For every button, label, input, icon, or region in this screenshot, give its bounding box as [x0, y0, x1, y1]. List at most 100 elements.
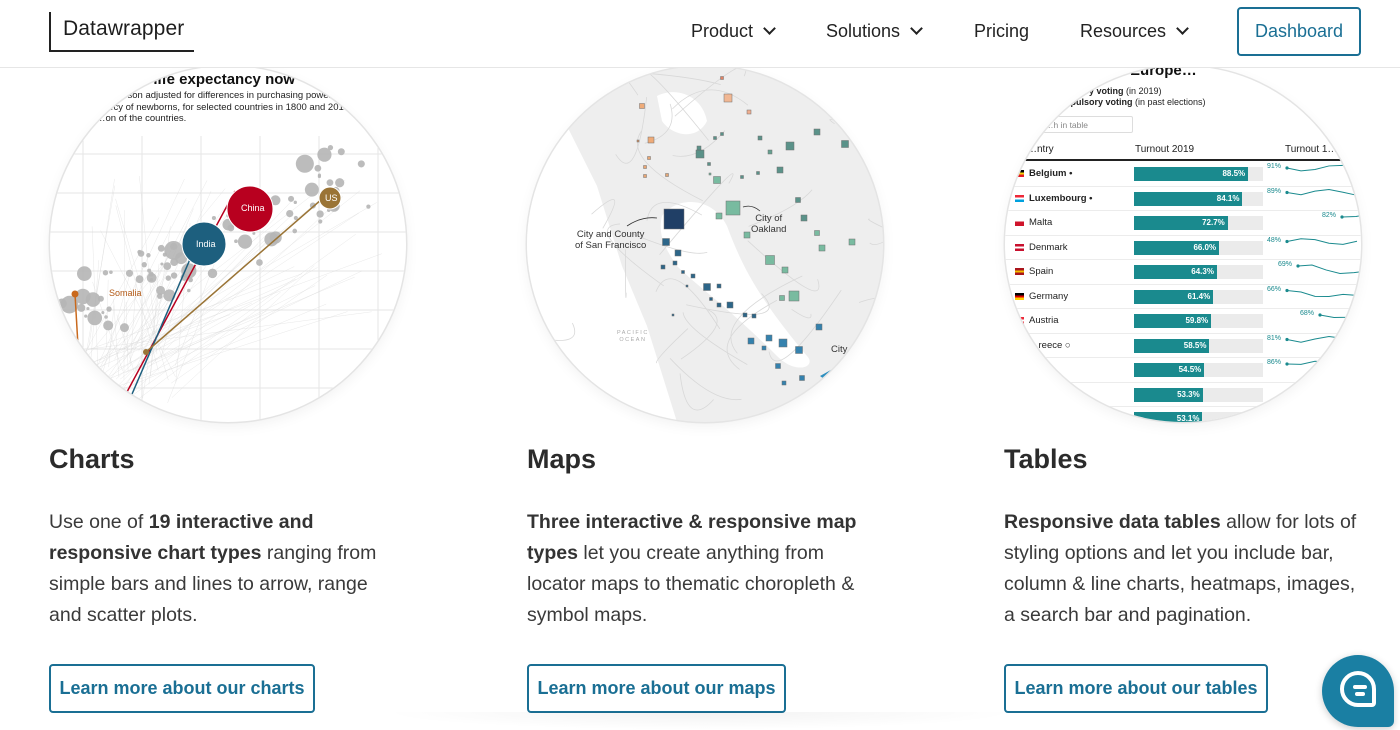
- symbol-square: [795, 197, 801, 203]
- charts-description: Use one of 19 interactive and responsive…: [49, 507, 394, 631]
- nav-solutions[interactable]: Solutions: [826, 0, 923, 62]
- charts-preview-image: …er life expectancy now …son adjusted fo…: [50, 66, 406, 422]
- table-row: Luxembourg • 84.1%: [1005, 187, 1361, 211]
- turnout-value: 72.7%: [1202, 218, 1225, 227]
- turnout-bar: 53.3%: [1134, 387, 1203, 402]
- nav-pricing[interactable]: Pricing: [974, 0, 1029, 62]
- city-label: City: [831, 344, 848, 355]
- column-header-turnout-past: Turnout 1…: [1285, 144, 1338, 155]
- connector-line: [113, 299, 119, 377]
- symbol-square: [747, 337, 755, 345]
- country-bubble: [125, 269, 134, 277]
- learn-charts-button[interactable]: Learn more about our charts: [49, 664, 315, 713]
- road-line: [615, 66, 639, 96]
- country-bubble: [106, 306, 112, 312]
- sf-arrow: [626, 217, 658, 227]
- tables-description: Responsive data tables allow for lots of…: [1004, 507, 1364, 631]
- country-bubble: [141, 261, 147, 268]
- symbol-square: [662, 238, 670, 246]
- country-bubble: [146, 253, 151, 258]
- nav-resources[interactable]: Resources: [1080, 0, 1189, 62]
- country-bubble: [211, 215, 216, 221]
- sparkline-start-label: 81%: [1267, 334, 1282, 342]
- country-flag-icon: [1015, 219, 1024, 226]
- country-bubble: [295, 154, 314, 173]
- chat-widget-button[interactable]: [1322, 655, 1394, 727]
- country-bubble: [103, 320, 114, 331]
- us-label: US: [325, 193, 338, 203]
- country-bubble: [160, 262, 164, 266]
- turnout-bar: 64.3%: [1134, 265, 1217, 279]
- table-row: Denmark 66.0%: [1005, 236, 1361, 260]
- symbol-square: [636, 139, 640, 143]
- country-bubble: [337, 148, 345, 156]
- chart-preview-title: …er life expectancy now: [120, 71, 296, 88]
- table-legend-line: …ompulsory voting (in 2019): [1039, 86, 1162, 96]
- country-bubble: [318, 219, 323, 224]
- datawrapper-logo[interactable]: Datawrapper: [49, 12, 194, 52]
- turnout-bar: 72.7%: [1134, 216, 1228, 230]
- country-name: Austria: [1029, 315, 1059, 326]
- turnout-bar-track: 72.7%: [1134, 216, 1263, 230]
- turnout-value: 53.3%: [1177, 389, 1200, 399]
- symbol-square: [716, 283, 722, 289]
- country-bubble: [293, 200, 297, 204]
- turnout-value: 66.0%: [1193, 242, 1217, 252]
- country-name: Belgium •: [1029, 168, 1073, 179]
- country-bubble: [256, 259, 263, 266]
- country-bubble: [357, 160, 365, 168]
- table-row: 53.1%: [1005, 407, 1361, 422]
- turnout-bar-track: 88.5%: [1134, 167, 1263, 181]
- turnout-bar: 54.5%: [1134, 363, 1205, 377]
- chat-bubble-icon: [1340, 671, 1376, 707]
- column-header-country: …ntry: [1027, 144, 1054, 155]
- symbol-square: [707, 162, 711, 166]
- symbol-square: [818, 244, 826, 252]
- country-bubble: [137, 250, 145, 257]
- country-bubble: [163, 289, 176, 302]
- connector-line: [136, 267, 318, 371]
- country-flag-icon: [1015, 170, 1024, 177]
- road-line: [636, 130, 703, 202]
- symbol-square: [665, 173, 669, 177]
- country-bubble: [135, 275, 144, 284]
- turnout-value: 59.8%: [1185, 316, 1209, 325]
- turnout-bar-track: 53.3%: [1134, 387, 1263, 402]
- oakland-label-line: City of: [755, 213, 783, 224]
- tables-preview-image: …e 2019 Europe… …ompulsory voting (in 20…: [1005, 66, 1361, 422]
- connector-line: [118, 302, 253, 369]
- symbol-square: [815, 323, 823, 331]
- country-bubble: [293, 215, 298, 221]
- road-line: [584, 68, 622, 105]
- learn-tables-button[interactable]: Learn more about our tables: [1004, 664, 1268, 713]
- turnout-bar: 61.4%: [1134, 289, 1214, 304]
- ocean-label-line: OCEAN: [619, 337, 647, 343]
- sparkline-start-label: 82%: [1322, 212, 1337, 219]
- maps-description: Three interactive & responsive map types…: [527, 507, 872, 631]
- connector-line: [167, 308, 205, 403]
- subtitle-line: …son adjusted for differences in purchas…: [118, 90, 350, 101]
- symbol-square: [681, 270, 685, 274]
- symbol-square: [778, 338, 788, 348]
- somalia-dot: [71, 290, 79, 298]
- symbol-square: [765, 255, 775, 265]
- turnout-bar-track: 64.3%: [1134, 265, 1263, 279]
- sparkline-start-label: 69%: [1278, 261, 1293, 268]
- symbol-square: [723, 93, 733, 103]
- country-bubble: [314, 164, 322, 172]
- city-symbol-partial: [820, 361, 847, 396]
- road-line: [791, 309, 812, 319]
- country-bubble: [102, 270, 109, 276]
- country-bubble: [109, 270, 113, 274]
- learn-maps-button[interactable]: Learn more about our maps: [527, 664, 786, 713]
- nav-product[interactable]: Product: [691, 0, 776, 62]
- country-bubble: [157, 244, 165, 252]
- table-legend-line: …n compulsory voting (in past elections): [1035, 97, 1206, 107]
- dashboard-button[interactable]: Dashboard: [1237, 7, 1361, 56]
- sf-label-line: City and County: [576, 229, 645, 240]
- china-line: [112, 190, 236, 419]
- country-bubble: [97, 295, 104, 302]
- symbol-square: [713, 176, 721, 184]
- table-row: 54.5%: [1005, 358, 1361, 383]
- road-line: [843, 350, 883, 406]
